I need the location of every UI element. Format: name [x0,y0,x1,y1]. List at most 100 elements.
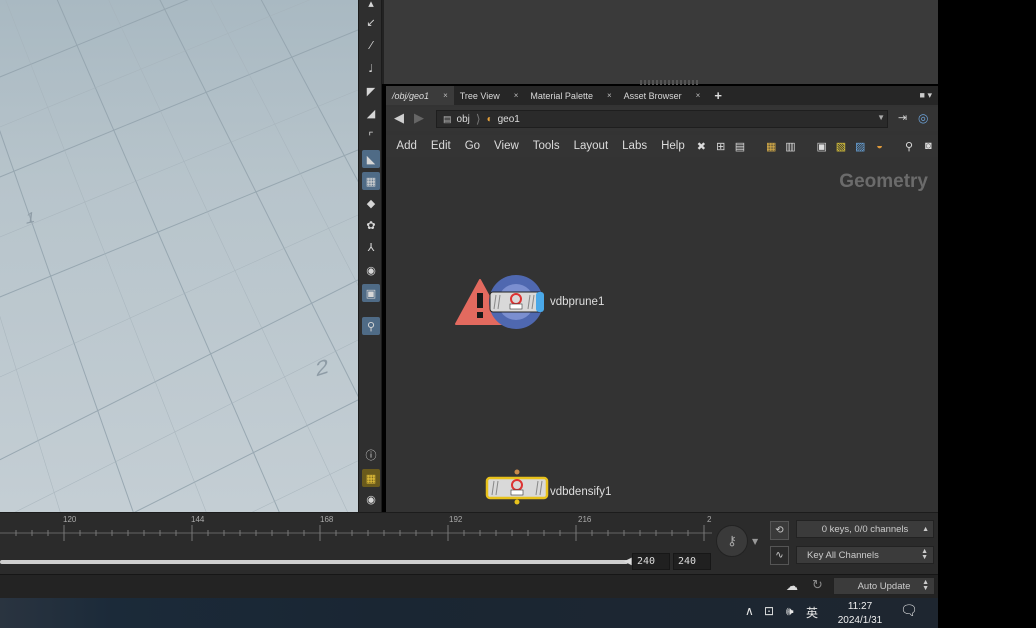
stepper-icon: ▲ ▼ [922,579,929,592]
menu-view[interactable]: View [487,140,526,152]
display-mode-icon[interactable]: ▦ [362,172,380,190]
close-icon[interactable]: × [696,91,701,100]
key-all-channels-button[interactable]: Key All Channels ▲ ▼ [796,546,934,564]
network-menubar: Add Edit Go View Tools Layout Labs Help … [386,135,938,157]
keys-status-label: 0 keys, 0/0 channels [821,523,909,535]
path-crumb-geo1[interactable]: ◐ geo1 [481,114,526,125]
menu-edit[interactable]: Edit [424,140,458,152]
background-image-icon[interactable]: ▣ [362,284,380,302]
scene-viewport[interactable]: 1 2 [0,0,358,512]
playback-options-button[interactable]: ⚷ [716,525,748,557]
tab-label: Material Palette [530,90,593,101]
stepper-icon: ▲ ▼ [921,548,928,561]
tree-layout-icon[interactable]: ⊞ [713,137,728,155]
menu-help[interactable]: Help [654,140,692,152]
geometry-display-icon[interactable]: ✿ [362,216,380,234]
close-icon[interactable]: × [443,91,448,100]
viewport-grid [0,0,358,512]
system-clock[interactable]: 11:27 2024/1/31 [830,600,890,628]
snap-tool-icon[interactable]: ⌜ [362,127,380,145]
auto-key-icon[interactable]: ⟲ [770,521,789,540]
range-end-handle-icon[interactable]: ◀ [624,556,632,567]
menu-layout[interactable]: Layout [567,140,616,152]
grid-view-icon[interactable]: ▦ [764,137,779,155]
grid-label-2: 2 [315,353,329,382]
tick-label: 168 [320,515,334,524]
ime-indicator[interactable]: 英 [806,604,818,621]
tick-label: 120 [63,515,77,524]
menu-go[interactable]: Go [458,140,487,152]
geo-icon: ◐ [486,113,493,125]
channel-graph-icon[interactable]: ∿ [770,546,789,565]
network-canvas[interactable]: Geometry vdbprune1 vdbdensify1 [386,158,938,512]
tab-material-palette[interactable]: Material Palette × [524,86,617,105]
tab-tree-view[interactable]: Tree View × [454,86,525,105]
pin-icon[interactable]: ⚲ [362,317,380,335]
sculpt-tool-icon[interactable]: ◢ [362,104,380,122]
refresh-icon[interactable]: ↻ [812,578,823,593]
chevron-up-icon: ▲ [922,525,929,533]
pane-tab-bar: /obj/geo1 × Tree View × Material Palette… [386,86,938,105]
pick-tool-icon[interactable]: ⁄ [362,36,380,54]
select-mode-icon[interactable]: ◣ [362,150,380,168]
shading-icon[interactable]: ◆ [362,194,380,212]
range-slider[interactable] [0,560,628,564]
link-icon[interactable]: ◎ [918,111,928,125]
vdb-prune-node-icon[interactable] [452,272,548,334]
update-mode-menu[interactable]: Auto Update ▲ ▼ [833,577,935,595]
camera-icon[interactable]: ◙ [921,137,936,155]
background-image-icon[interactable]: ▨ [853,137,868,155]
keys-status-field[interactable]: 0 keys, 0/0 channels ▲ [796,520,934,538]
close-icon[interactable]: × [607,91,612,100]
paint-tool-icon[interactable]: ◤ [362,82,380,100]
key-icon: ⚷ [727,533,737,549]
info-icon[interactable]: ⓘ [362,446,380,464]
clock-time: 11:27 [847,601,873,612]
forward-arrow-icon[interactable]: ▶ [414,111,424,126]
timeline-ruler[interactable] [0,513,712,545]
global-end-frame-field[interactable]: 240 [673,553,711,570]
visibility-icon[interactable]: ◉ [362,490,380,508]
quad-view-icon[interactable]: ▦ [362,469,380,487]
sticky-note-icon[interactable]: ▧ [833,137,848,155]
add-tab-button[interactable]: + [714,88,722,103]
parameter-pane [382,0,938,84]
menu-add[interactable]: Add [389,140,423,152]
table-view-icon[interactable]: ▥ [783,137,798,155]
notification-icon[interactable]: 🗨 [900,603,918,619]
chevron-down-icon[interactable]: ▼ [877,113,885,122]
handle-icon[interactable]: ⅄ [362,238,380,256]
search-icon[interactable]: ⚲ [901,137,916,155]
tab-asset-browser[interactable]: Asset Browser × [618,86,707,105]
volume-icon[interactable]: 🕪 [786,604,794,619]
chevron-up-icon[interactable]: ∧ [745,604,754,618]
tab-obj-geo1[interactable]: /obj/geo1 × [386,86,454,105]
template-icon[interactable]: ◉ [362,261,380,279]
wrench-icon[interactable]: ✖ [694,137,709,155]
close-icon[interactable]: × [514,91,519,100]
network-box-icon[interactable]: ▣ [814,137,829,155]
menu-labs[interactable]: Labs [615,140,654,152]
path-bar: ◀ ▶ ▤ obj ⟩ ◐ geo1 ▼ ⇥ ◎ [386,107,938,131]
tab-label: Asset Browser [623,90,682,101]
tab-label: Tree View [459,90,500,101]
chat-bubble-icon[interactable]: ☁ [786,579,798,593]
pin-pane-icon[interactable]: ⇥ [898,111,907,124]
pane-splitter[interactable] [640,80,700,85]
vdb-densify-node-icon[interactable] [484,468,550,506]
list-icon[interactable]: ▤ [732,137,747,155]
pose-tool-icon[interactable]: ▴ [362,0,380,12]
end-frame-field[interactable]: 240 [632,553,670,570]
path-crumb-obj[interactable]: ▤ obj [437,114,476,125]
network-icon[interactable]: ⊡ [764,604,774,618]
measure-tool-icon[interactable]: ♩ [362,59,380,77]
pane-menu-icon[interactable]: ■ ▾ [920,90,932,101]
chevron-down-icon[interactable]: ▼ [752,537,758,546]
brush-tool-icon[interactable]: ↙ [362,13,380,31]
dot-icon[interactable]: ◒ [872,137,887,155]
network-path[interactable]: ▤ obj ⟩ ◐ geo1 ▼ [436,110,888,128]
tick-label: 2 [707,515,712,524]
back-arrow-icon[interactable]: ◀ [394,111,404,126]
status-bar: ☁ ↻ Auto Update ▲ ▼ [0,574,938,598]
menu-tools[interactable]: Tools [526,140,567,152]
